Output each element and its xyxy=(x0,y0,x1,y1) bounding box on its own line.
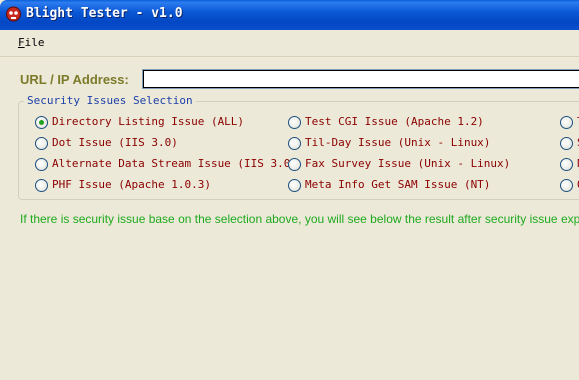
app-window: Blight Tester - v1.0 File URL / IP Addre… xyxy=(0,0,579,380)
radio-button[interactable] xyxy=(35,158,48,171)
radio-button[interactable] xyxy=(288,158,301,171)
url-label: URL / IP Address: xyxy=(20,72,129,87)
option-label: Til-Day Issue (Unix - Linux) xyxy=(305,136,491,149)
option-label: Meta Info Get SAM Issue (NT) xyxy=(305,178,491,191)
radio-button[interactable] xyxy=(560,116,573,129)
window-title: Blight Tester - v1.0 xyxy=(26,6,183,21)
url-input[interactable] xyxy=(142,69,579,89)
option-label: Directory Listing Issue (ALL) xyxy=(52,115,245,128)
radio-button[interactable] xyxy=(35,179,48,192)
info-message: If there is security issue base on the s… xyxy=(20,212,579,226)
radio-button[interactable] xyxy=(288,137,301,150)
group-title: Security Issues Selection xyxy=(24,94,196,107)
radio-button[interactable] xyxy=(288,116,301,129)
radio-button[interactable] xyxy=(560,179,573,192)
radio-button[interactable] xyxy=(288,179,301,192)
radio-button[interactable] xyxy=(35,116,48,129)
radio-button[interactable] xyxy=(560,158,573,171)
menu-file[interactable]: File xyxy=(18,36,45,49)
title-bar[interactable]: Blight Tester - v1.0 xyxy=(0,0,579,30)
menu-bar: File xyxy=(0,30,579,57)
option-label: Dot Issue (IIS 3.0) xyxy=(52,136,178,149)
option-label: Alternate Data Stream Issue (IIS 3.0) xyxy=(52,157,298,170)
option-label: Test CGI Issue (Apache 1.2) xyxy=(305,115,484,128)
skull-icon xyxy=(6,6,21,22)
option-label: PHF Issue (Apache 1.0.3) xyxy=(52,178,211,191)
radio-button[interactable] xyxy=(560,137,573,150)
option-label: Fax Survey Issue (Unix - Linux) xyxy=(305,157,511,170)
radio-button[interactable] xyxy=(35,137,48,150)
